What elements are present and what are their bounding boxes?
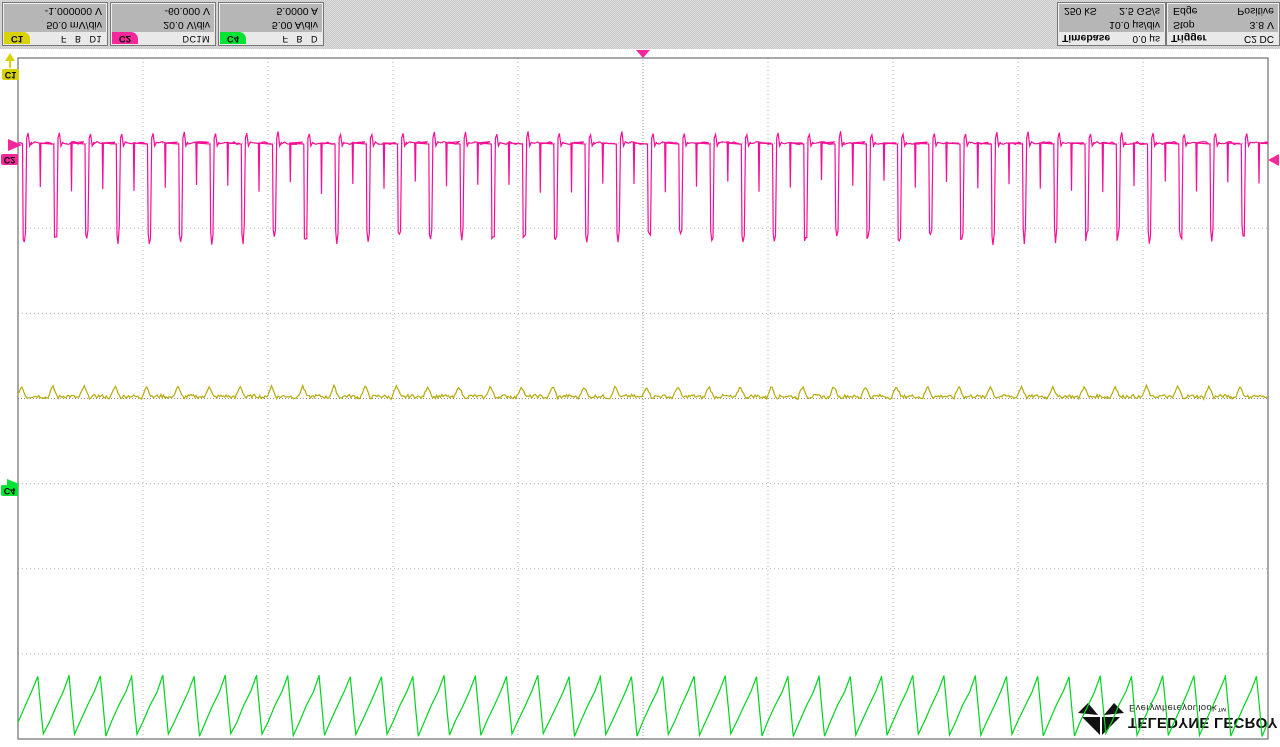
trigger-mode: Stop [1173, 18, 1195, 32]
timebase-sampling-row: 250 kS 2.5 GS/s [1058, 4, 1165, 18]
c4-coupling-flags: F B D [282, 34, 318, 44]
c1-offset-row: -1.000000 V [3, 4, 107, 18]
c1-offscreen-arrow [5, 53, 15, 61]
oscilloscope-screen: TELEDYNE LECROY Everywhereyoulook™ C1 C2… [0, 0, 1280, 747]
trigger-mode-row: Stop 3.8 V [1167, 18, 1279, 32]
trigger-type: Edge [1173, 4, 1198, 18]
c1-header: C1 F B D1 [3, 32, 107, 45]
c4-offset-value: 5.0000 A [277, 4, 318, 18]
c1-coupling-flags: F B D1 [61, 34, 102, 44]
c1-offset-value: -1.000000 V [45, 4, 102, 18]
timebase-title: Timebase [1062, 32, 1110, 44]
trigger-type-row: Edge Positive [1167, 4, 1279, 18]
trigger-box[interactable]: Trigger C2 DC Stop 3.8 V Edge Positive [1166, 2, 1280, 46]
c2-header: C2 DC1M [111, 32, 215, 45]
trigger-header: Trigger C2 DC [1167, 32, 1279, 45]
c4-offset-row: 5.0000 A [219, 4, 323, 18]
c1-scale-row: 50.0 mV/div [3, 18, 107, 32]
trigger-level-marker [1268, 154, 1279, 166]
channel-c2-offset-marker[interactable]: C2 [1, 154, 18, 165]
trigger-slope: Positive [1237, 4, 1274, 18]
c2-channel-tab[interactable]: C2 [112, 32, 138, 44]
c2-zero-marker [8, 139, 22, 151]
descriptor-box-c1[interactable]: C1 F B D1 50.0 mV/div -1.000000 V [2, 2, 108, 46]
c2-coupling-flags: DC1M [182, 34, 210, 44]
timebase-delay: 0.0 µs [1133, 33, 1160, 44]
waveform-display-area: TELEDYNE LECROY Everywhereyoulook™ C1 C2… [0, 49, 1280, 747]
c2-scale-row: 20.0 V/div [111, 18, 215, 32]
c4-channel-tab[interactable]: C4 [220, 32, 246, 44]
timebase-box[interactable]: Timebase 0.0 µs 10.0 µs/div 250 kS 2.5 G… [1057, 2, 1166, 46]
c4-header: C4 F B D [219, 32, 323, 45]
trigger-level: 3.8 V [1249, 18, 1274, 32]
waveform-traces [0, 49, 1280, 747]
trigger-title: Trigger [1171, 32, 1207, 44]
sample-count: 250 kS [1064, 4, 1097, 18]
descriptor-box-c4[interactable]: C4 F B D 5.00 A/div 5.0000 A [218, 2, 324, 46]
c2-volts-per-div: 20.0 V/div [163, 18, 210, 32]
sample-rate: 2.5 GS/s [1119, 4, 1160, 18]
c1-channel-tab[interactable]: C1 [4, 32, 30, 44]
c2-offset-row: -60.000 V [111, 4, 215, 18]
c4-scale-row: 5.00 A/div [219, 18, 323, 32]
status-bar: C1 F B D1 50.0 mV/div -1.000000 V C2 DC1… [0, 0, 1280, 49]
c2-offset-value: -60.000 V [164, 4, 210, 18]
channel-c4-offset-marker[interactable]: C4 [1, 485, 18, 496]
trigger-time-marker [636, 50, 650, 58]
trigger-source: C2 DC [1244, 33, 1274, 44]
timebase-header: Timebase 0.0 µs [1058, 32, 1165, 45]
c4-amps-per-div: 5.00 A/div [272, 18, 318, 32]
time-per-div: 10.0 µs/div [1109, 18, 1160, 32]
c1-volts-per-div: 50.0 mV/div [47, 18, 102, 32]
timebase-scale-row: 10.0 µs/div [1058, 18, 1165, 32]
descriptor-box-c2[interactable]: C2 DC1M 20.0 V/div -60.000 V [110, 2, 216, 46]
channel-c1-offset-marker[interactable]: C1 [2, 69, 19, 80]
